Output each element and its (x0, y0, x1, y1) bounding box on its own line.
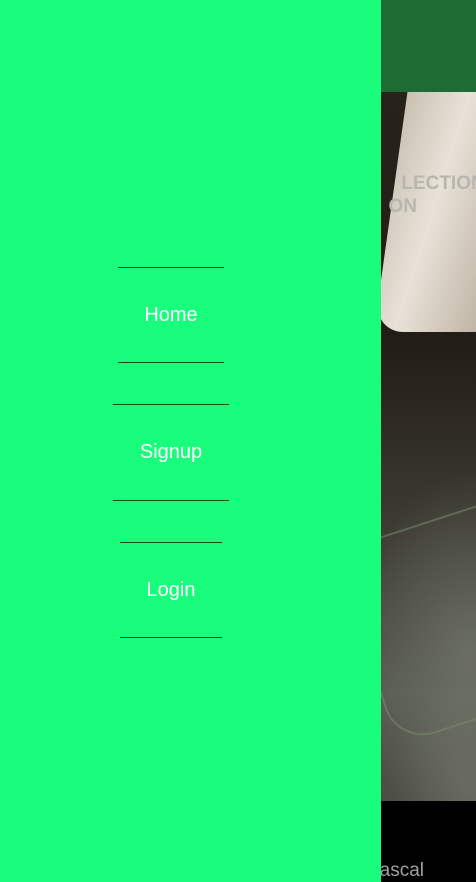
hero-title-line-1: LECTION, (401, 173, 476, 194)
nav-item-signup[interactable]: Signup (0, 404, 342, 501)
footer-text: ascal (379, 860, 424, 881)
nav-item-home[interactable]: Home (0, 267, 342, 363)
nav-item-signup-label: Signup (113, 404, 229, 501)
hero-title-line-2: ON (388, 196, 418, 217)
nav-item-home-label: Home (118, 267, 224, 363)
side-nav-drawer: Home Signup Login (0, 0, 381, 882)
nav-item-login-label: Login (120, 542, 222, 638)
nav-item-login[interactable]: Login (0, 542, 342, 638)
